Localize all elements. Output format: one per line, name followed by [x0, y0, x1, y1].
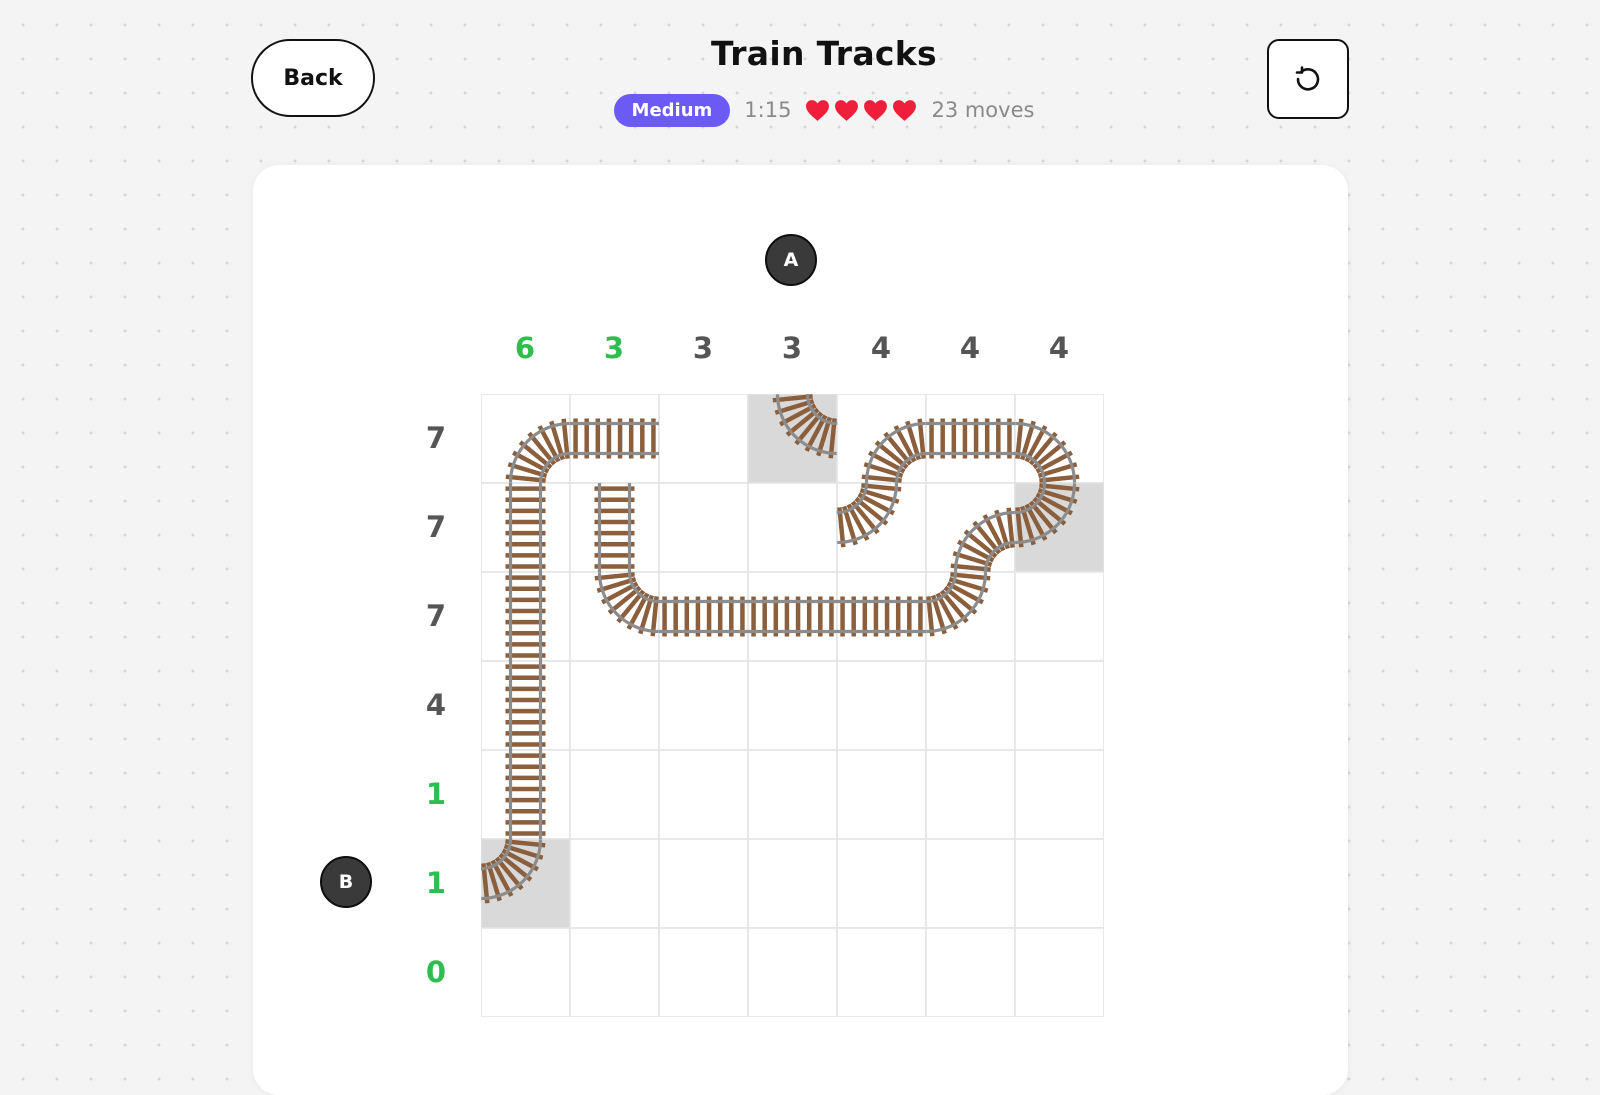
- grid-cell[interactable]: [836, 749, 927, 840]
- grid-cell[interactable]: [658, 394, 749, 484]
- lives-hearts: [805, 99, 917, 122]
- grid-cell[interactable]: [836, 660, 927, 751]
- grid-cell[interactable]: [658, 838, 749, 929]
- column-clue-7: 4: [1048, 331, 1070, 365]
- grid-cell[interactable]: [481, 660, 571, 751]
- heart-icon: [806, 99, 830, 121]
- row-clue-3: 7: [425, 599, 447, 633]
- move-counter: 23 moves: [931, 98, 1035, 122]
- grid-cell[interactable]: [569, 660, 660, 751]
- grid-cell[interactable]: [1014, 927, 1104, 1017]
- grid-cell[interactable]: [569, 927, 660, 1017]
- grid-cell[interactable]: [658, 749, 749, 840]
- column-clue-5: 4: [870, 331, 892, 365]
- timer: 1:15: [744, 98, 792, 122]
- grid-cell[interactable]: [836, 838, 927, 929]
- grid-cell[interactable]: [1014, 749, 1104, 840]
- row-clue-4: 4: [425, 688, 447, 722]
- row-clue-6: 1: [425, 866, 447, 900]
- back-button[interactable]: Back: [251, 39, 375, 117]
- grid-cell[interactable]: [569, 394, 660, 484]
- heart-icon: [835, 99, 859, 121]
- column-clue-1: 6: [514, 331, 536, 365]
- grid-cell[interactable]: [481, 482, 571, 573]
- grid-cell[interactable]: [925, 838, 1016, 929]
- grid-cell[interactable]: [747, 927, 838, 1017]
- grid-cell[interactable]: [658, 571, 749, 662]
- grid-cell[interactable]: [569, 482, 660, 573]
- grid-cell[interactable]: [747, 571, 838, 662]
- grid-cell[interactable]: [836, 571, 927, 662]
- page-title: Train Tracks: [711, 34, 937, 73]
- station-a-marker: A: [765, 234, 817, 286]
- grid-cell[interactable]: [925, 927, 1016, 1017]
- puzzle-grid[interactable]: [481, 394, 1104, 1017]
- row-clue-1: 7: [425, 421, 447, 455]
- grid-cell[interactable]: [747, 660, 838, 751]
- grid-cell[interactable]: [1014, 571, 1104, 662]
- station-b-marker: B: [320, 856, 372, 908]
- grid-cell[interactable]: [925, 394, 1016, 484]
- grid-cell[interactable]: [569, 838, 660, 929]
- heart-icon: [893, 99, 917, 121]
- grid-cell[interactable]: [569, 749, 660, 840]
- grid-cell[interactable]: [747, 482, 838, 573]
- grid-cell[interactable]: [925, 749, 1016, 840]
- grid-cell[interactable]: [658, 482, 749, 573]
- grid-cell[interactable]: [481, 749, 571, 840]
- grid-cell[interactable]: [836, 927, 927, 1017]
- column-clue-3: 3: [692, 331, 714, 365]
- grid-cell[interactable]: [658, 660, 749, 751]
- grid-cell[interactable]: [1014, 838, 1104, 929]
- row-clue-5: 1: [425, 777, 447, 811]
- column-clue-2: 3: [603, 331, 625, 365]
- difficulty-badge: Medium: [613, 93, 731, 127]
- grid-cell[interactable]: [747, 749, 838, 840]
- row-clue-2: 7: [425, 510, 447, 544]
- grid-cell[interactable]: [481, 927, 571, 1017]
- grid-cell[interactable]: [658, 927, 749, 1017]
- grid-cell[interactable]: [481, 571, 571, 662]
- row-clue-7: 0: [425, 955, 447, 989]
- grid-cell[interactable]: [925, 660, 1016, 751]
- grid-cell[interactable]: [1014, 660, 1104, 751]
- column-clue-6: 4: [959, 331, 981, 365]
- grid-cell[interactable]: [747, 838, 838, 929]
- column-clue-4: 3: [781, 331, 803, 365]
- reset-icon: [1295, 66, 1320, 91]
- heart-icon: [864, 99, 888, 121]
- game-status-bar: Medium 1:15 23 moves: [560, 92, 1088, 128]
- reset-button[interactable]: [1267, 39, 1349, 119]
